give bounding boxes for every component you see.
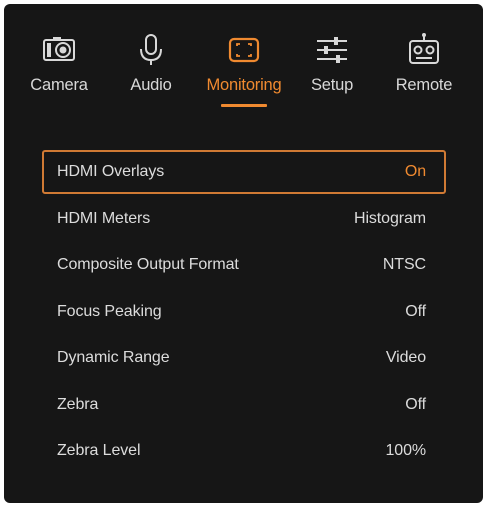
menu-row-zebra[interactable]: Zebra Off bbox=[42, 383, 446, 430]
tab-remote[interactable]: Remote bbox=[382, 4, 466, 114]
tab-bar: Camera Audio Monitoring Setup Remote bbox=[4, 4, 483, 124]
tab-setup-label: Setup bbox=[310, 76, 354, 94]
menu-row-zebra-level[interactable]: Zebra Level 100% bbox=[42, 429, 446, 476]
setting-value: Video bbox=[385, 349, 426, 366]
setting-label: Composite Output Format bbox=[57, 256, 239, 273]
microphone-icon bbox=[133, 32, 169, 68]
active-tab-indicator bbox=[221, 104, 267, 107]
setting-value: NTSC bbox=[382, 256, 426, 273]
setting-label: Zebra bbox=[57, 395, 99, 413]
menu-row-hdmi-meters[interactable]: HDMI Meters Histogram bbox=[42, 197, 446, 244]
setting-label: HDMI Meters bbox=[57, 209, 151, 227]
sliders-icon bbox=[314, 32, 350, 68]
setting-value: Off bbox=[405, 302, 426, 320]
tab-monitoring-label: Monitoring bbox=[206, 76, 282, 94]
setting-label: Zebra Level bbox=[57, 442, 141, 459]
tab-monitoring[interactable]: Monitoring bbox=[196, 4, 292, 114]
tab-audio-label: Audio bbox=[130, 76, 172, 94]
setting-value: On bbox=[404, 163, 426, 180]
tab-audio[interactable]: Audio bbox=[116, 4, 186, 114]
setting-value: 100% bbox=[385, 442, 426, 459]
tab-camera[interactable]: Camera bbox=[22, 4, 96, 114]
setting-label: HDMI Overlays bbox=[57, 163, 165, 180]
menu-row-dynamic-range[interactable]: Dynamic Range Video bbox=[42, 336, 446, 383]
tab-camera-label: Camera bbox=[30, 76, 88, 94]
monitoring-settings-list: HDMI Overlays On HDMI Meters Histogram C… bbox=[42, 150, 446, 476]
camera-icon bbox=[41, 32, 77, 68]
menu-row-focus-peaking[interactable]: Focus Peaking Off bbox=[42, 290, 446, 337]
menu-row-hdmi-overlays[interactable]: HDMI Overlays On bbox=[42, 150, 446, 194]
robot-icon bbox=[406, 32, 442, 68]
monitor-frame-icon bbox=[226, 32, 262, 68]
setting-label: Dynamic Range bbox=[57, 349, 170, 366]
tab-remote-label: Remote bbox=[395, 76, 453, 94]
camera-menu-screen: Camera Audio Monitoring Setup Remote HDM… bbox=[4, 4, 483, 503]
setting-label: Focus Peaking bbox=[57, 302, 162, 320]
setting-value: Histogram bbox=[353, 209, 426, 227]
setting-value: Off bbox=[405, 395, 426, 413]
menu-row-composite-output-format[interactable]: Composite Output Format NTSC bbox=[42, 243, 446, 290]
tab-setup[interactable]: Setup bbox=[298, 4, 366, 114]
